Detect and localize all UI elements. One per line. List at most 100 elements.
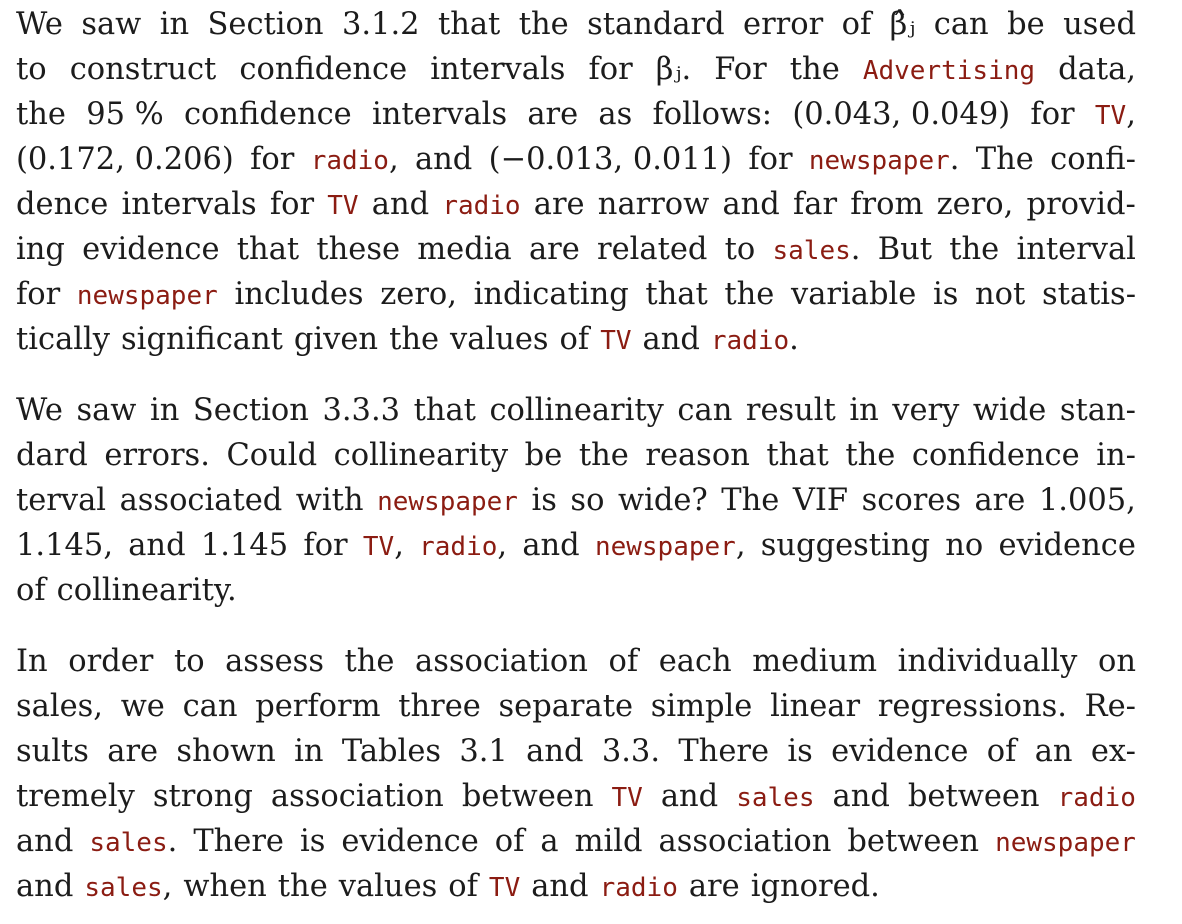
- punctuation: ,: [162, 869, 173, 904]
- word: statis-: [1041, 277, 1136, 312]
- word: sults: [16, 734, 89, 769]
- word: mild: [574, 824, 643, 859]
- text-line: ing evidence that these media are related to sal…: [16, 227, 1136, 272]
- word: follows:: [652, 97, 773, 132]
- word: are: [688, 869, 740, 904]
- word: an: [1034, 734, 1073, 769]
- word: There: [678, 734, 770, 769]
- word: the: [16, 97, 66, 132]
- word: confidence: [911, 438, 1080, 473]
- word: and: [832, 779, 890, 814]
- code-token: newspaper: [995, 828, 1136, 858]
- word: 3.1: [459, 734, 508, 769]
- word: scores: [861, 483, 961, 518]
- word: as: [598, 97, 633, 132]
- code-word: sales,: [84, 864, 172, 911]
- word: evidence: [998, 528, 1136, 563]
- word: 3.3.: [601, 734, 661, 769]
- word: association: [415, 644, 588, 679]
- code-token: newspaper: [76, 281, 218, 311]
- word: with: [295, 483, 364, 518]
- word: and: [371, 187, 430, 222]
- punctuation: ,: [388, 142, 399, 177]
- word: between: [461, 779, 594, 814]
- word: and: [522, 528, 580, 563]
- word: intervals: [371, 97, 508, 132]
- word: in: [159, 7, 190, 42]
- code-word: newspaper,: [595, 523, 746, 570]
- code-token: sales: [89, 828, 168, 858]
- word: reason: [645, 438, 750, 473]
- word: collinearity: [489, 393, 664, 428]
- word: of: [16, 573, 46, 608]
- word: ignored.: [750, 869, 880, 904]
- word: and: [16, 869, 74, 904]
- word: perform: [255, 689, 381, 724]
- word: saw: [76, 393, 137, 428]
- word: Re-: [1084, 689, 1136, 724]
- word: zero,: [936, 187, 1014, 222]
- paragraph: In order to assess the association of each mediu…: [16, 639, 1136, 909]
- word: 3.3.3: [322, 393, 401, 428]
- word: associated: [119, 483, 283, 518]
- text-line: tically significant given the values of TV and r…: [16, 317, 1136, 362]
- word: VIF: [792, 483, 849, 518]
- word: variable: [791, 277, 917, 312]
- word: Section: [207, 7, 324, 42]
- word: intervals: [121, 187, 257, 222]
- word: the: [518, 7, 569, 42]
- word: and: [660, 779, 719, 814]
- word: from: [850, 187, 924, 222]
- word: confidence: [239, 52, 408, 87]
- word: For: [714, 52, 767, 87]
- punctuation: .: [949, 142, 960, 177]
- text-line: and sales, when the values of TV and radio are ign…: [16, 864, 1136, 909]
- word: that: [413, 393, 476, 428]
- code-token: TV: [611, 783, 643, 813]
- word: collinearity: [333, 438, 509, 473]
- word: the: [344, 644, 395, 679]
- word: and: [128, 528, 186, 563]
- text-line: dard errors. Could collinearity be the reason t…: [16, 433, 1136, 478]
- code-token: newspaper: [594, 532, 736, 562]
- word: In: [16, 644, 48, 679]
- word: between: [907, 779, 1040, 814]
- word: each: [658, 644, 732, 679]
- word: ex-: [1090, 734, 1136, 769]
- word: terval: [16, 483, 107, 518]
- word: standard: [587, 7, 725, 42]
- word: the: [789, 52, 840, 87]
- word: dard: [16, 438, 88, 473]
- word: βⱼ.: [655, 52, 692, 87]
- word: is: [787, 734, 813, 769]
- word: intervals: [430, 52, 566, 87]
- word: to: [724, 232, 756, 267]
- word: provid-: [1026, 187, 1136, 222]
- code-word: newspaper: [377, 478, 518, 525]
- word: β̂ⱼ: [889, 7, 916, 42]
- code-word: Advertising: [863, 47, 1035, 94]
- code-token: TV: [600, 326, 632, 356]
- text-line: and sales. There is evidence of a mild associati…: [16, 819, 1136, 864]
- word: 95 %: [86, 97, 164, 132]
- text-line: tremely strong association between TV and sale…: [16, 774, 1136, 819]
- word: be: [524, 438, 563, 473]
- word: ing: [16, 232, 65, 267]
- code-token: sales: [84, 873, 163, 903]
- punctuation: ,: [394, 528, 404, 563]
- code-word: newspaper: [77, 272, 218, 319]
- word: can: [933, 7, 989, 42]
- word: narrow: [597, 187, 710, 222]
- word: dence: [16, 187, 109, 222]
- word: zero,: [380, 277, 457, 312]
- word: result: [745, 393, 836, 428]
- word: are: [527, 97, 579, 132]
- word: shown: [176, 734, 276, 769]
- word: not: [975, 277, 1026, 312]
- word: these: [316, 232, 401, 267]
- text-line: sales, we can perform three separate simple lin…: [16, 684, 1136, 729]
- word: errors.: [104, 438, 210, 473]
- word: can: [677, 393, 733, 428]
- word: the: [845, 438, 896, 473]
- word: Tables: [341, 734, 442, 769]
